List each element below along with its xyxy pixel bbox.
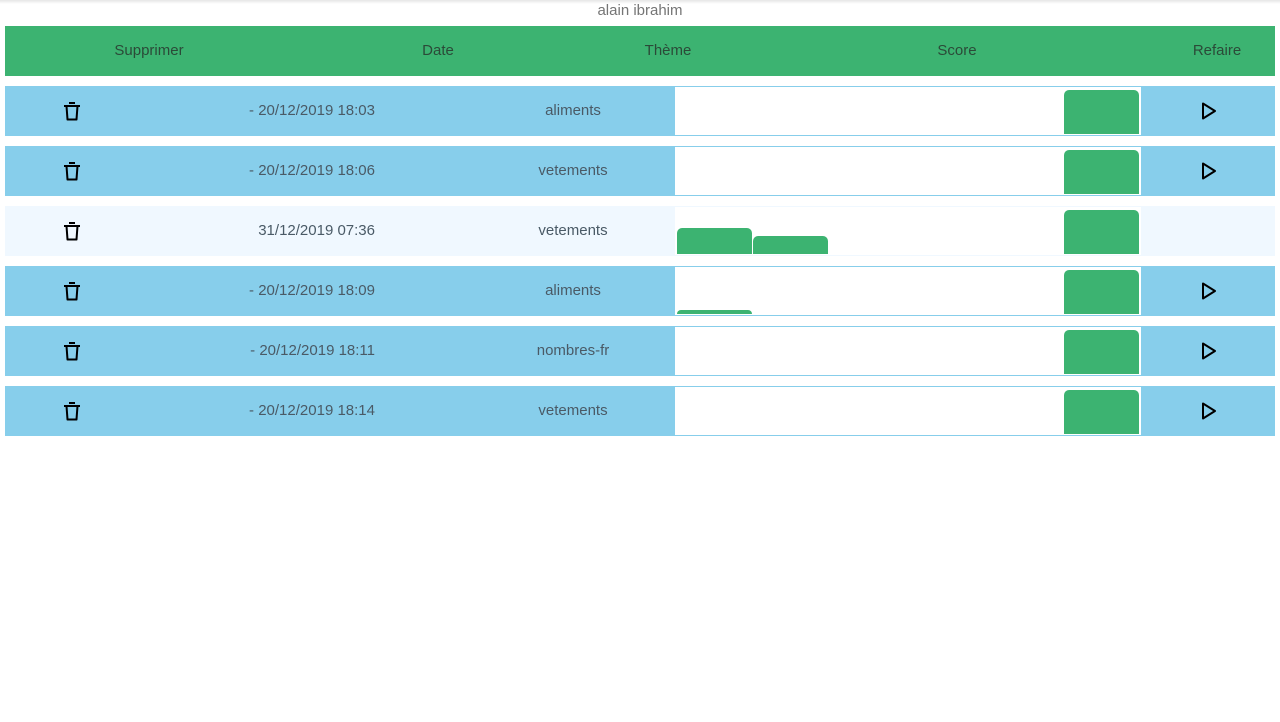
score-bar (753, 236, 828, 254)
delete-button[interactable] (60, 159, 84, 183)
row-theme: vetements (538, 162, 608, 179)
score-chart (674, 326, 1142, 376)
score-bar (1064, 210, 1139, 254)
table-row: 31/12/2019 07:36 vetements (5, 206, 1275, 256)
score-bar (1064, 330, 1139, 374)
delete-button[interactable] (60, 279, 84, 303)
delete-button[interactable] (60, 219, 84, 243)
score-chart (674, 386, 1142, 436)
redo-button[interactable] (1196, 339, 1220, 363)
play-icon (1196, 282, 1220, 307)
header-redo: Refaire (1192, 42, 1242, 59)
play-icon (1196, 162, 1220, 187)
trash-icon (60, 222, 84, 247)
row-date: - 20/12/2019 18:09 (249, 282, 375, 299)
row-theme: aliments (545, 282, 601, 299)
table-row: - 20/12/2019 18:14 vetements (5, 386, 1275, 436)
play-icon (1196, 342, 1220, 367)
row-date: - 20/12/2019 18:11 (250, 342, 375, 359)
row-date: - 20/12/2019 18:14 (249, 402, 375, 419)
trash-icon (60, 102, 84, 127)
header-delete: Supprimer (114, 42, 184, 59)
play-icon (1196, 402, 1220, 427)
row-theme: nombres-fr (536, 342, 610, 359)
redo-button[interactable] (1196, 99, 1220, 123)
score-bar (677, 228, 752, 254)
table-header: Supprimer Date Thème Score Refaire (5, 26, 1275, 76)
score-chart (674, 266, 1142, 316)
row-theme: vetements (538, 222, 608, 239)
trash-icon (60, 402, 84, 427)
score-bar (1064, 390, 1139, 434)
row-theme: aliments (545, 102, 601, 119)
redo-button[interactable] (1196, 399, 1220, 423)
header-score: Score (937, 42, 977, 59)
delete-button[interactable] (60, 99, 84, 123)
header-date: Date (422, 42, 454, 59)
row-date: - 20/12/2019 18:06 (249, 162, 375, 179)
redo-button[interactable] (1196, 279, 1220, 303)
table-row: - 20/12/2019 18:11 nombres-fr (5, 326, 1275, 376)
table-row: - 20/12/2019 18:06 vetements (5, 146, 1275, 196)
header-theme: Thème (644, 42, 692, 59)
row-theme: vetements (538, 402, 608, 419)
trash-icon (60, 282, 84, 307)
row-date: - 20/12/2019 18:03 (249, 102, 375, 119)
trash-icon (60, 162, 84, 187)
score-chart (674, 206, 1142, 256)
table-row: - 20/12/2019 18:09 aliments (5, 266, 1275, 316)
delete-button[interactable] (60, 399, 84, 423)
score-chart (674, 86, 1142, 136)
user-name: alain ibrahim (597, 2, 683, 19)
score-chart (674, 146, 1142, 196)
row-date: 31/12/2019 07:36 (258, 222, 375, 239)
play-icon (1196, 102, 1220, 127)
delete-button[interactable] (60, 339, 84, 363)
table-row: - 20/12/2019 18:03 aliments (5, 86, 1275, 136)
redo-button[interactable] (1196, 159, 1220, 183)
score-bar (1064, 150, 1139, 194)
score-bar (1064, 270, 1139, 314)
score-bar (677, 310, 752, 314)
trash-icon (60, 342, 84, 367)
score-bar (1064, 90, 1139, 134)
